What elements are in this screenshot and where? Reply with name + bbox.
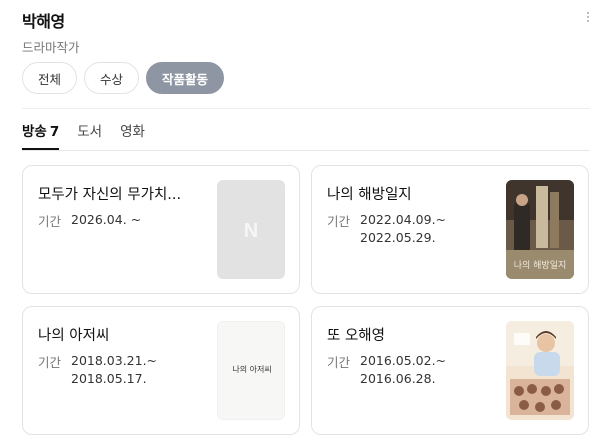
category-tabs: 방송 7 도서 영화 xyxy=(22,120,145,150)
work-title: 또 오해영 xyxy=(327,328,385,344)
date-start: 2016.05.02.~ xyxy=(360,353,447,368)
work-card[interactable]: 또 오해영 기간 2016.05.02.~ 2016.06.28. xyxy=(311,306,589,435)
tab-label: 방송 xyxy=(22,124,47,140)
filter-chip-all[interactable]: 전체 xyxy=(22,62,78,94)
tab-label: 영화 xyxy=(120,124,145,140)
filter-chip-awards[interactable]: 수상 xyxy=(84,62,140,94)
profile-name[interactable]: 박해영 xyxy=(22,8,80,32)
tab-count: 7 xyxy=(49,124,60,140)
divider xyxy=(22,108,590,109)
work-title: 나의 해방일지 xyxy=(327,187,412,203)
filter-chip-works[interactable]: 작품활동 xyxy=(146,62,225,94)
work-card[interactable]: 모두가 자신의 무가치... 기간 2026.04. ~ N xyxy=(22,165,300,294)
work-title: 모두가 자신의 무가치... xyxy=(38,187,182,203)
work-card[interactable]: 나의 아저씨 기간 2018.03.21.~ 2018.05.17. 나의 아저… xyxy=(22,306,300,435)
period-label: 기간 xyxy=(38,355,62,370)
tab-movies[interactable]: 영화 xyxy=(120,120,145,150)
poster-thumbnail xyxy=(506,321,574,420)
work-period: 기간 2026.04. ~ xyxy=(38,211,141,230)
poster-title-text: 나의 해방일지 xyxy=(514,260,567,271)
tab-label: 도서 xyxy=(77,124,103,140)
work-card[interactable]: 나의 해방일지 기간 2022.04.09.~ 2022.05.29. 나의 해… xyxy=(311,165,589,294)
work-title: 나의 아저씨 xyxy=(38,328,110,344)
date-end: 2016.06.28. xyxy=(360,371,436,386)
poster-title-text: 나의 아저씨 xyxy=(232,364,271,374)
more-options-icon[interactable] xyxy=(586,12,590,24)
period-label: 기간 xyxy=(38,214,62,229)
work-period: 기간 2016.05.02.~ 2016.06.28. xyxy=(327,352,446,388)
profile-job: 드라마작가 xyxy=(22,40,80,55)
date-end: 2022.05.29. xyxy=(360,230,436,245)
period-label: 기간 xyxy=(327,214,351,229)
poster-thumbnail: 나의 아저씨 xyxy=(217,321,285,420)
placeholder-logo: N xyxy=(244,220,258,242)
work-period: 기간 2018.03.21.~ 2018.05.17. xyxy=(38,352,157,388)
date-end: 2018.05.17. xyxy=(71,371,147,386)
poster-thumbnail: 나의 해방일지 xyxy=(506,180,574,279)
profile-header: 박해영 드라마작가 xyxy=(22,8,80,56)
tab-underline xyxy=(22,150,590,151)
date-start: 2026.04. ~ xyxy=(71,212,142,227)
placeholder-thumbnail: N xyxy=(217,180,285,279)
period-label: 기간 xyxy=(327,355,351,370)
tab-books[interactable]: 도서 xyxy=(77,120,102,150)
date-start: 2018.03.21.~ xyxy=(71,353,158,368)
tab-broadcast[interactable]: 방송 7 xyxy=(22,120,60,150)
filter-chips: 전체 수상 작품활동 xyxy=(22,62,225,94)
work-period: 기간 2022.04.09.~ 2022.05.29. xyxy=(327,211,446,247)
date-start: 2022.04.09.~ xyxy=(360,212,447,227)
